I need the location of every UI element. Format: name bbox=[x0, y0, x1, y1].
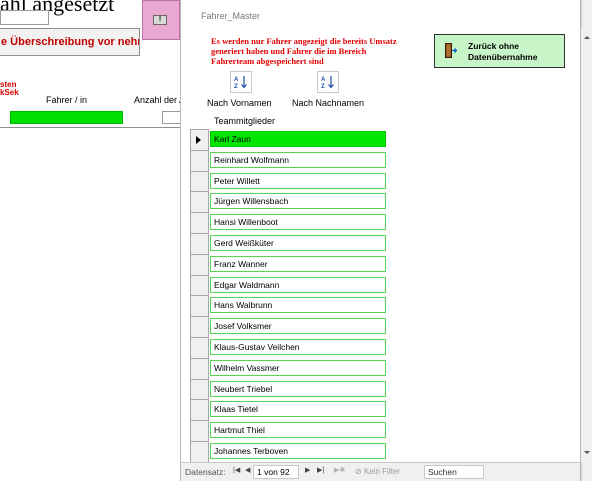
form-icon: ! bbox=[153, 15, 167, 25]
record-selector[interactable] bbox=[190, 295, 209, 317]
member-field[interactable]: Klaus-Gustav Veilchen bbox=[210, 339, 386, 355]
screen: ahl angesetzt e Überschreibung vor nehme… bbox=[0, 0, 592, 481]
record-selector[interactable] bbox=[190, 170, 209, 192]
svg-text:Z: Z bbox=[321, 84, 325, 89]
first-record-icon[interactable]: |◀ bbox=[233, 466, 240, 474]
svg-text:A: A bbox=[321, 77, 326, 83]
last-record-icon[interactable]: ▶| bbox=[317, 466, 324, 474]
record-selector[interactable] bbox=[190, 253, 209, 275]
record-selector[interactable] bbox=[190, 378, 209, 400]
record-selector-column bbox=[190, 129, 209, 462]
svg-text:Z: Z bbox=[234, 84, 238, 89]
record-selector[interactable] bbox=[190, 129, 209, 150]
member-field[interactable]: Jürgen Willensbach bbox=[210, 193, 386, 210]
member-field[interactable]: Hartmut Thiel bbox=[210, 422, 386, 439]
member-field[interactable]: Hansi Willenboot bbox=[210, 214, 386, 231]
filter-icon: ⊘ bbox=[355, 467, 364, 476]
vertical-scrollbar[interactable] bbox=[581, 28, 592, 462]
sort-ascending-icon: A Z bbox=[321, 76, 334, 89]
record-selector[interactable] bbox=[190, 441, 209, 462]
exit-door-icon bbox=[445, 43, 457, 58]
column-header-driver: Fahrer / in bbox=[46, 95, 88, 105]
member-field[interactable]: Hans Walbrunn bbox=[210, 297, 386, 314]
record-selector[interactable] bbox=[190, 233, 209, 254]
record-label: Datensatz: bbox=[185, 467, 226, 477]
back-button-label: Zurück ohne Datenübernahme bbox=[468, 41, 538, 62]
pink-toolbar-button[interactable]: ! bbox=[142, 0, 180, 40]
sort-ascending-icon: A Z bbox=[234, 76, 247, 89]
background-input[interactable] bbox=[0, 10, 49, 25]
filter-status[interactable]: ⊘ Kein Filter bbox=[355, 467, 400, 476]
record-selector[interactable] bbox=[190, 316, 209, 337]
current-member-field[interactable]: Karl Zaun bbox=[210, 131, 386, 147]
member-field[interactable]: Gerd Weißküter bbox=[210, 235, 386, 251]
current-record-arrow-icon bbox=[196, 136, 201, 144]
record-selector[interactable] bbox=[190, 191, 209, 213]
record-selector[interactable] bbox=[190, 149, 209, 171]
record-selector[interactable] bbox=[190, 337, 209, 358]
search-input[interactable]: Suchen bbox=[424, 465, 484, 479]
notice-text: Es werden nur Fahrer angezeigt die berei… bbox=[211, 36, 397, 66]
member-field[interactable]: Peter Willett bbox=[210, 172, 386, 189]
filter-label: Kein Filter bbox=[363, 467, 400, 476]
background-divider bbox=[0, 127, 189, 128]
next-record-icon[interactable]: ▶ bbox=[305, 466, 310, 474]
sort-last-name-label: Nach Nachnamen bbox=[292, 98, 365, 108]
team-members-label: Teammitglieder bbox=[214, 116, 276, 126]
member-field[interactable]: Reinhard Wolfmann bbox=[210, 151, 386, 168]
record-position-input[interactable]: 1 von 92 bbox=[253, 465, 299, 479]
record-selector[interactable] bbox=[190, 420, 209, 441]
new-record-icon[interactable]: ▶✱ bbox=[334, 466, 345, 474]
sort-by-last-name-button[interactable]: A Z bbox=[317, 71, 339, 93]
sort-by-first-name-button[interactable]: A Z bbox=[230, 71, 252, 93]
fahrer-master-window: Fahrer_Master Es werden nur Fahrer angez… bbox=[180, 0, 592, 481]
member-field[interactable]: Franz Wanner bbox=[210, 255, 386, 272]
record-selector[interactable] bbox=[190, 274, 209, 296]
window-title: Fahrer_Master bbox=[201, 11, 261, 21]
member-field[interactable]: Wilhelm Vassmer bbox=[210, 359, 386, 376]
member-field[interactable]: Klaas Tietel bbox=[210, 401, 386, 418]
svg-text:A: A bbox=[234, 77, 239, 83]
sort-first-name-label: Nach Vornamen bbox=[207, 98, 272, 108]
member-field[interactable]: Neubert Triebel bbox=[210, 380, 386, 397]
record-selector[interactable] bbox=[190, 399, 209, 421]
record-navigation-bar: Datensatz: |◀ ◀ 1 von 92 ▶ ▶| ▶✱ ⊘ Kein … bbox=[181, 462, 580, 481]
member-field[interactable]: Josef Volksmer bbox=[210, 318, 386, 335]
member-field[interactable]: Johannes Terboven bbox=[210, 443, 386, 459]
overwrite-button[interactable]: e Überschreibung vor nehmen! bbox=[0, 28, 140, 56]
member-field[interactable]: Edgar Waldmann bbox=[210, 276, 386, 293]
back-without-transfer-button[interactable]: Zurück ohne Datenübernahme bbox=[434, 34, 565, 68]
background-red-text: kSek bbox=[0, 88, 19, 97]
record-selector[interactable] bbox=[190, 357, 209, 379]
window-title-bar[interactable]: Fahrer_Master bbox=[181, 0, 580, 28]
record-selector[interactable] bbox=[190, 212, 209, 233]
previous-record-icon[interactable]: ◀ bbox=[245, 466, 250, 474]
background-driver-field[interactable] bbox=[10, 111, 123, 124]
